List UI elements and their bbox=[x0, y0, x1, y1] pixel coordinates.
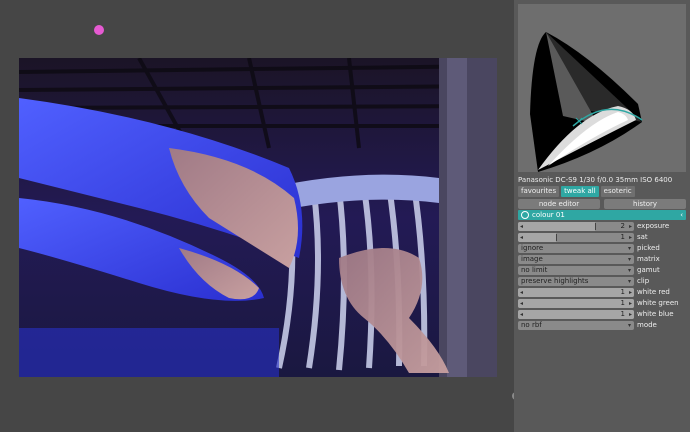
slider-marker bbox=[594, 223, 596, 230]
decrement-icon[interactable]: ◂ bbox=[520, 233, 523, 242]
chevron-down-icon: ▾ bbox=[627, 267, 631, 274]
param-label: picked bbox=[637, 244, 660, 252]
param-label: clip bbox=[637, 277, 650, 285]
chevron-down-icon: ▾ bbox=[627, 256, 631, 263]
dropdown-value: no rbf bbox=[521, 321, 542, 329]
tab-favourites[interactable]: favourites bbox=[518, 186, 560, 197]
param-row-white-green: ◂ 1 ▸ white green bbox=[518, 299, 686, 308]
slider-fill bbox=[518, 233, 557, 242]
gamut-diagram bbox=[518, 4, 686, 172]
decrement-icon[interactable]: ◂ bbox=[520, 222, 523, 231]
white-green-slider[interactable]: ◂ 1 ▸ bbox=[518, 299, 634, 308]
param-row-white-red: ◂ 1 ▸ white red bbox=[518, 288, 686, 297]
node-editor-button[interactable]: node editor bbox=[518, 199, 600, 209]
tab-bar: favourites tweak all esoteric bbox=[518, 186, 635, 197]
chevron-left-icon[interactable]: ‹ bbox=[680, 210, 683, 220]
param-row-clip: preserve highlights ▾ clip bbox=[518, 277, 686, 286]
photo-preview[interactable] bbox=[19, 58, 497, 377]
image-canvas[interactable] bbox=[0, 0, 520, 432]
chevron-down-icon: ▾ bbox=[627, 278, 631, 285]
increment-icon[interactable]: ▸ bbox=[629, 222, 632, 231]
tab-tweak-all[interactable]: tweak all bbox=[561, 186, 599, 197]
slider-value: 1 bbox=[620, 288, 625, 296]
param-row-exposure: ◂ 2 ▸ exposure bbox=[518, 222, 686, 231]
chevron-down-icon: ▾ bbox=[627, 245, 631, 252]
increment-icon[interactable]: ▸ bbox=[629, 233, 632, 242]
color-picker-marker[interactable] bbox=[94, 25, 104, 35]
matrix-dropdown[interactable]: image ▾ bbox=[518, 255, 634, 264]
slider-marker bbox=[556, 234, 558, 241]
increment-icon[interactable]: ▸ bbox=[629, 299, 632, 308]
white-red-slider[interactable]: ◂ 1 ▸ bbox=[518, 288, 634, 297]
gamut-dropdown[interactable]: no limit ▾ bbox=[518, 266, 634, 275]
param-label: white red bbox=[637, 288, 670, 296]
dropdown-value: no limit bbox=[521, 266, 548, 274]
increment-icon[interactable]: ▸ bbox=[629, 310, 632, 319]
param-label: white blue bbox=[637, 310, 674, 318]
exposure-slider[interactable]: ◂ 2 ▸ bbox=[518, 222, 634, 231]
gamut-scope bbox=[518, 4, 686, 172]
slider-value: 1 bbox=[620, 299, 625, 307]
dropdown-value: image bbox=[521, 255, 543, 263]
camera-info: Panasonic DC-S9 1/30 f/0.0 35mm ISO 6400 bbox=[518, 176, 673, 184]
slider-value: 1 bbox=[620, 310, 625, 318]
decrement-icon[interactable]: ◂ bbox=[520, 299, 523, 308]
param-label: matrix bbox=[637, 255, 660, 263]
history-button[interactable]: history bbox=[604, 199, 686, 209]
power-icon[interactable] bbox=[521, 211, 529, 219]
param-row-white-blue: ◂ 1 ▸ white blue bbox=[518, 310, 686, 319]
module-title: colour 01 bbox=[532, 211, 565, 219]
param-label: mode bbox=[637, 321, 657, 329]
dropdown-value: preserve highlights bbox=[521, 277, 589, 285]
param-label: sat bbox=[637, 233, 648, 241]
right-panel: Panasonic DC-S9 1/30 f/0.0 35mm ISO 6400… bbox=[514, 0, 690, 432]
editor-buttons: node editor history bbox=[518, 199, 686, 209]
slider-value: 1 bbox=[620, 233, 625, 241]
whale-skeleton-image bbox=[19, 58, 497, 377]
slider-value: 2 bbox=[620, 222, 625, 230]
slider-fill bbox=[518, 288, 634, 297]
increment-icon[interactable]: ▸ bbox=[629, 288, 632, 297]
param-label: gamut bbox=[637, 266, 660, 274]
param-row-sat: ◂ 1 ▸ sat bbox=[518, 233, 686, 242]
param-label: exposure bbox=[637, 222, 670, 230]
decrement-icon[interactable]: ◂ bbox=[520, 310, 523, 319]
param-row-mode: no rbf ▾ mode bbox=[518, 321, 686, 330]
clip-dropdown[interactable]: preserve highlights ▾ bbox=[518, 277, 634, 286]
param-row-picked: ignore ▾ picked bbox=[518, 244, 686, 253]
picked-dropdown[interactable]: ignore ▾ bbox=[518, 244, 634, 253]
white-blue-slider[interactable]: ◂ 1 ▸ bbox=[518, 310, 634, 319]
sat-slider[interactable]: ◂ 1 ▸ bbox=[518, 233, 634, 242]
tab-esoteric[interactable]: esoteric bbox=[600, 186, 635, 197]
decrement-icon[interactable]: ◂ bbox=[520, 288, 523, 297]
dropdown-value: ignore bbox=[521, 244, 544, 252]
param-label: white green bbox=[637, 299, 679, 307]
slider-fill bbox=[518, 222, 595, 231]
param-row-matrix: image ▾ matrix bbox=[518, 255, 686, 264]
slider-fill bbox=[518, 299, 634, 308]
chevron-down-icon: ▾ bbox=[627, 322, 631, 329]
param-row-gamut: no limit ▾ gamut bbox=[518, 266, 686, 275]
slider-fill bbox=[518, 310, 634, 319]
mode-dropdown[interactable]: no rbf ▾ bbox=[518, 321, 634, 330]
module-header-colour[interactable]: colour 01 ‹ bbox=[518, 210, 686, 220]
